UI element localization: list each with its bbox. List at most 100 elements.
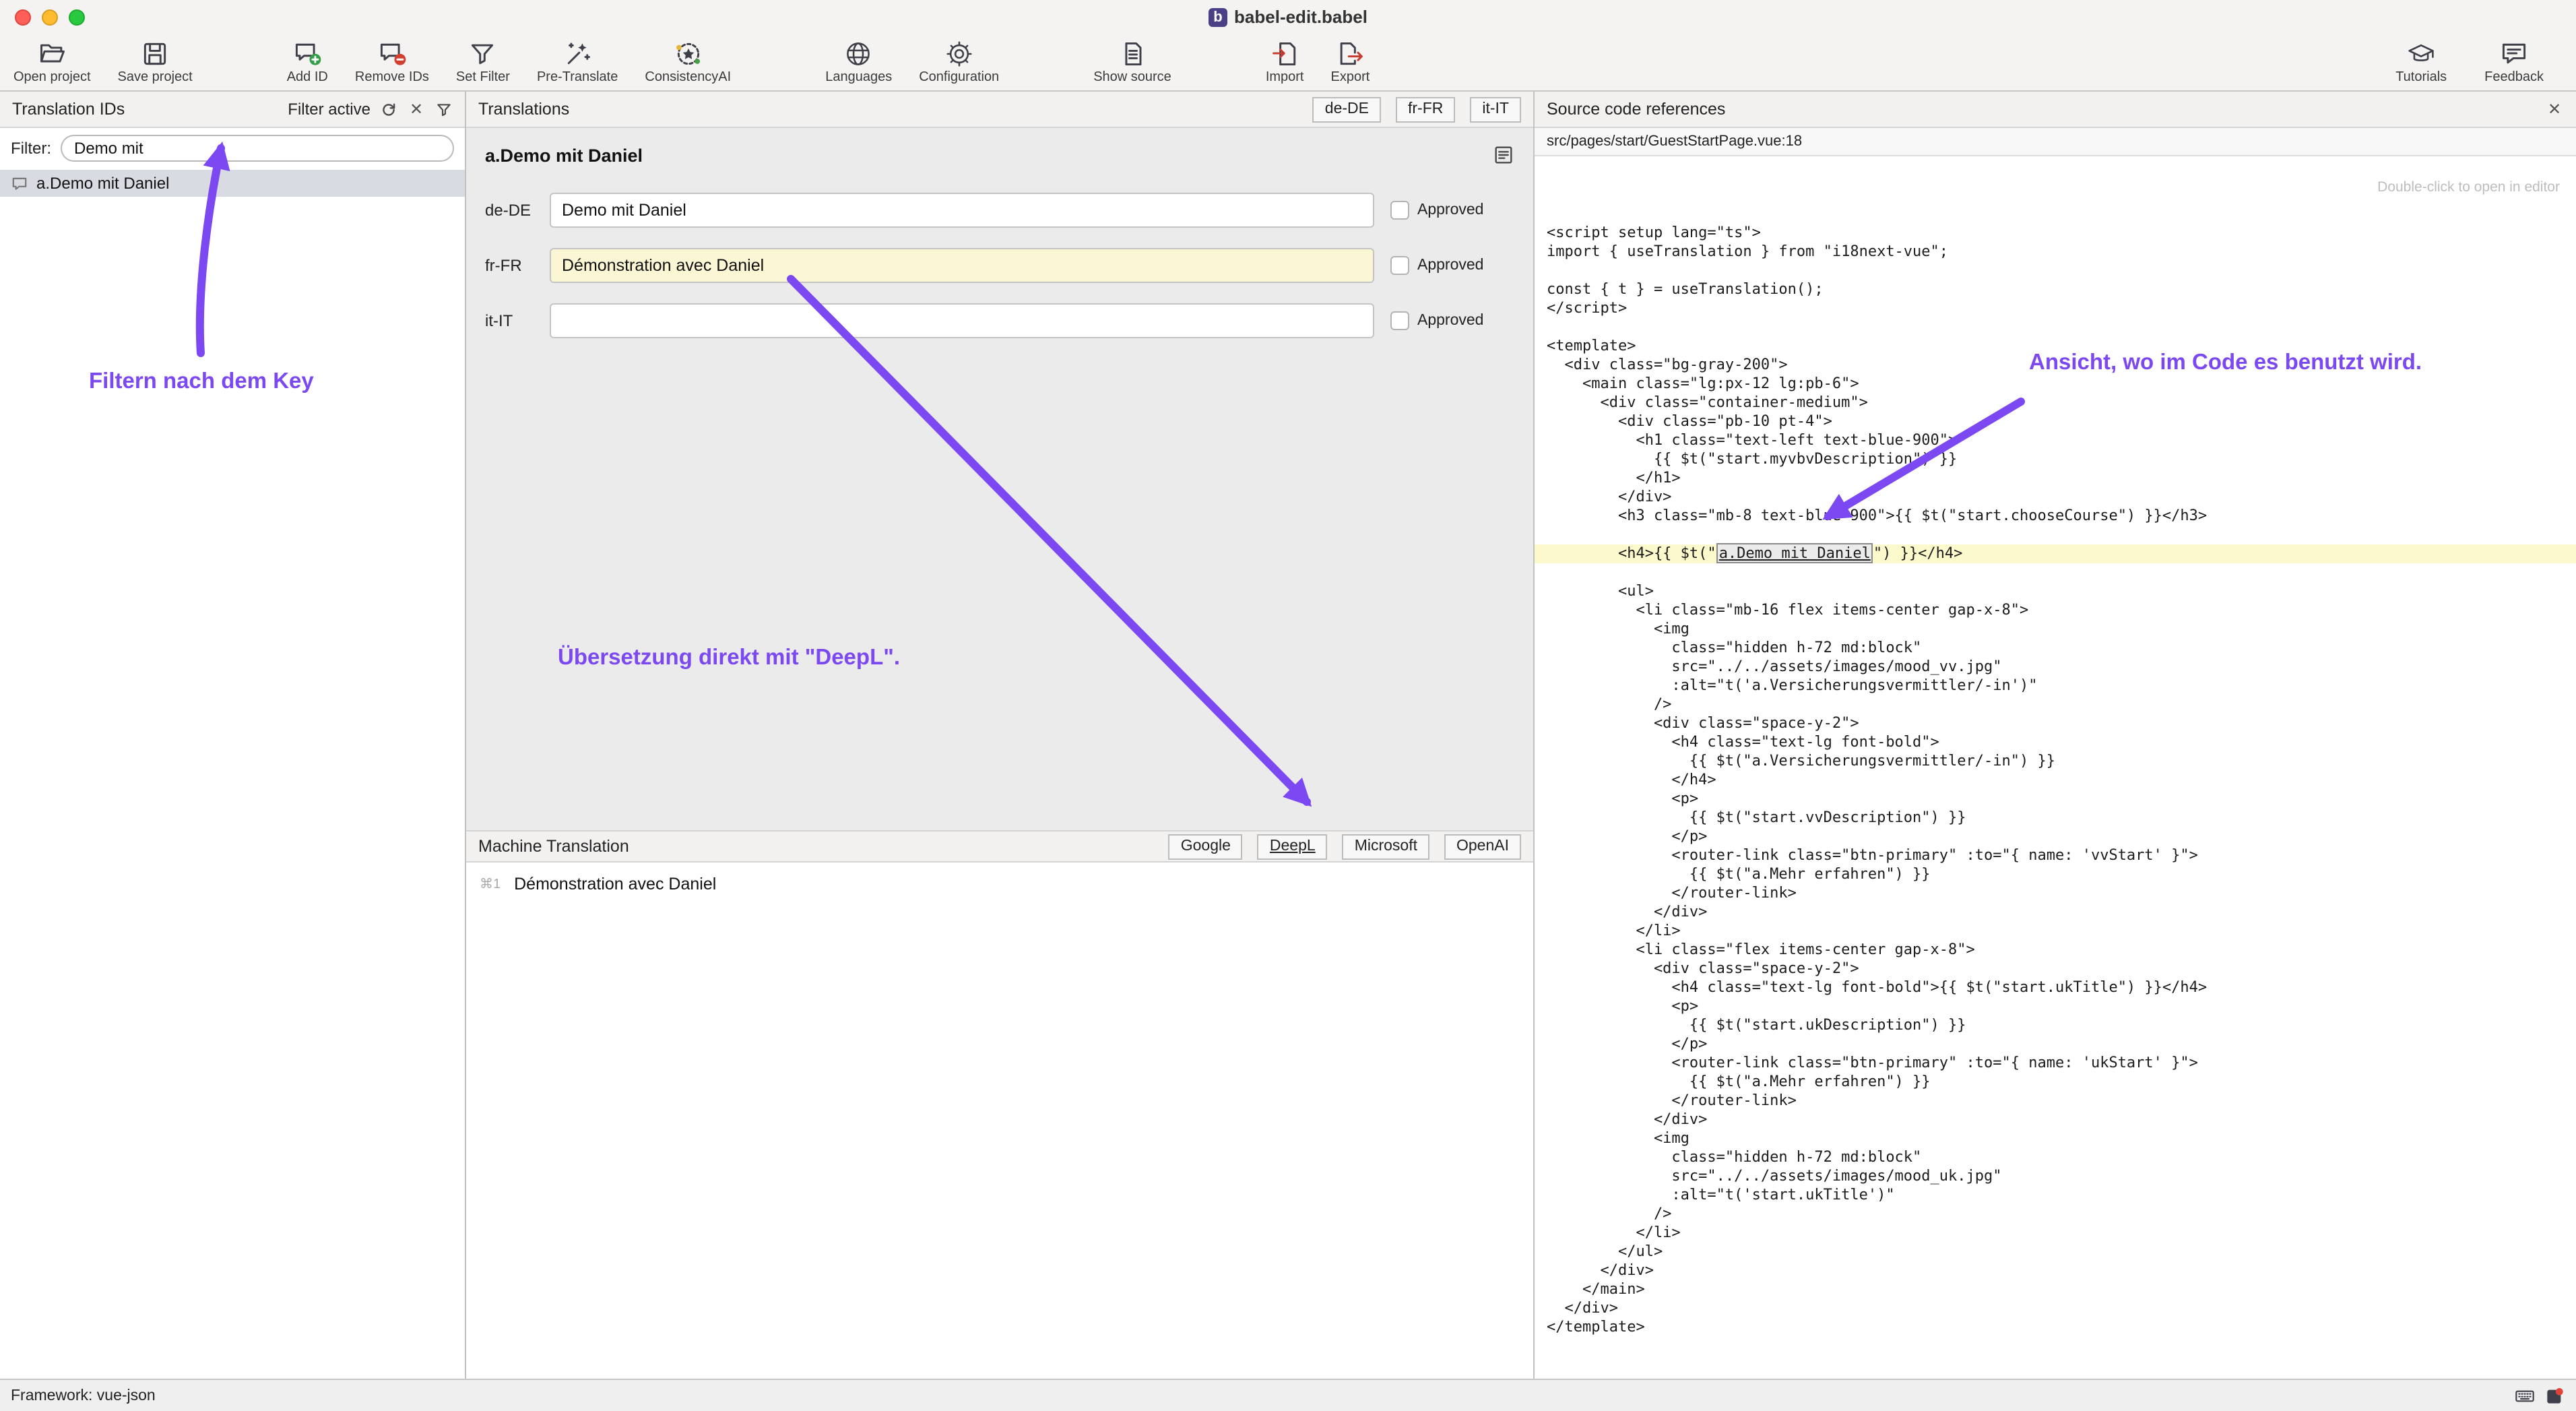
code-line: <img	[1535, 1129, 2576, 1148]
approved-checkbox-it-IT[interactable]	[1390, 311, 1409, 330]
machine-translation-title: Machine Translation	[478, 837, 629, 856]
code-line: {{ $t("start.ukDescription") }}	[1535, 1016, 2576, 1035]
mt-provider-openai[interactable]: OpenAI	[1444, 834, 1521, 859]
minimize-window-button[interactable]	[42, 9, 58, 25]
mt-result-row[interactable]: ⌘1 Démonstration avec Daniel	[466, 863, 1533, 906]
language-tab-it-IT[interactable]: it-IT	[1470, 96, 1521, 122]
approved-label: Approved	[1417, 313, 1483, 329]
source-code-title: Source code references	[1547, 100, 1725, 119]
filter-active-label: Filter active	[288, 100, 371, 119]
source-file-reference[interactable]: src/pages/start/GuestStartPage.vue:18	[1535, 128, 2576, 156]
toolbar-button-languages[interactable]: Languages	[817, 34, 900, 90]
toolbar-button-label: Import	[1266, 69, 1304, 84]
source-code-view[interactable]: Double-click to open in editor <script s…	[1535, 156, 2576, 1379]
toolbar-button-export[interactable]: Export	[1323, 34, 1378, 90]
translation-ids-title: Translation IDs	[12, 100, 125, 119]
close-window-button[interactable]	[15, 9, 31, 25]
toolbar-button-remove-ids[interactable]: Remove IDs	[347, 34, 437, 90]
toolbar-button-label: Remove IDs	[355, 69, 429, 84]
translation-input-fr-FR[interactable]	[550, 248, 1374, 283]
code-line: </li>	[1535, 922, 2576, 941]
highlighted-code-line: <h4>{{ $t("a.Demo mit Daniel") }}</h4>	[1535, 544, 2576, 563]
approved-checkbox-de-DE[interactable]	[1390, 201, 1409, 220]
toolbar-button-label: Add ID	[287, 69, 328, 84]
translation-row-fr-FR: fr-FRApproved	[485, 248, 1514, 283]
translation-input-it-IT[interactable]	[550, 303, 1374, 338]
remove-ids-icon	[377, 38, 407, 68]
keyboard-icon[interactable]	[2514, 1385, 2536, 1406]
toolbar-button-open-project[interactable]: Open project	[5, 34, 99, 90]
code-line: src="../../assets/images/mood_vv.jpg"	[1535, 658, 2576, 677]
mt-shortcut: ⌘1	[480, 877, 501, 891]
traffic-lights	[15, 0, 85, 34]
code-line: class="hidden h-72 md:block"	[1535, 1148, 2576, 1167]
machine-translation-results: ⌘1 Démonstration avec Daniel	[466, 863, 1533, 1379]
code-line: <div class="bg-gray-200">	[1535, 356, 2576, 375]
approved-checkbox-fr-FR[interactable]	[1390, 256, 1409, 275]
translation-ids-header: Translation IDs Filter active ✕	[0, 92, 465, 128]
mt-provider-microsoft[interactable]: Microsoft	[1343, 834, 1429, 859]
update-icon[interactable]	[2544, 1385, 2565, 1406]
code-line: <router-link class="btn-primary" :to="{ …	[1535, 1054, 2576, 1073]
code-line: <ul>	[1535, 582, 2576, 601]
filter-input[interactable]	[61, 135, 454, 162]
close-panel-icon[interactable]: ✕	[2545, 100, 2564, 119]
toolbar-button-label: Configuration	[919, 69, 999, 84]
refresh-icon[interactable]	[380, 100, 397, 118]
toolbar-button-label: ConsistencyAI	[645, 69, 731, 84]
toolbar-button-label: Languages	[825, 69, 892, 84]
toolbar-button-pre-translate[interactable]: Pre-Translate	[529, 34, 626, 90]
approved-label: Approved	[1417, 202, 1483, 218]
language-tab-fr-FR[interactable]: fr-FR	[1396, 96, 1455, 122]
zoom-window-button[interactable]	[69, 9, 85, 25]
code-line: {{ $t("start.vvDescription") }}	[1535, 809, 2576, 827]
consistency-ai-icon	[673, 38, 703, 68]
toolbar-button-feedback[interactable]: Feedback	[2476, 34, 2552, 90]
translation-input-de-DE[interactable]	[550, 193, 1374, 228]
toolbar-button-show-source[interactable]: Show source	[1085, 34, 1180, 90]
code-line: </div>	[1535, 488, 2576, 507]
comment-icon[interactable]	[1493, 144, 1514, 166]
toolbar-button-save-project[interactable]: Save project	[110, 34, 201, 90]
code-line: </template>	[1535, 1318, 2576, 1337]
mt-provider-deepl[interactable]: DeepL	[1258, 834, 1328, 859]
translation-key-reference[interactable]: a.Demo mit Daniel	[1716, 543, 1873, 563]
clear-filter-icon[interactable]: ✕	[407, 100, 426, 119]
code-line: </h4>	[1535, 771, 2576, 790]
toolbar-button-import[interactable]: Import	[1258, 34, 1312, 90]
toolbar: Open projectSave project Add ID Remove IDs…	[0, 34, 2576, 92]
translations-panel: Translations de-DEfr-FRit-IT a.Demo mit …	[466, 92, 1535, 1379]
code-line: </router-link>	[1535, 884, 2576, 903]
source-code-header: Source code references ✕	[1535, 92, 2576, 128]
toolbar-button-add-id[interactable]: Add ID	[279, 34, 336, 90]
code-line: import { useTranslation } from "i18next-…	[1535, 243, 2576, 261]
language-tab-de-DE[interactable]: de-DE	[1313, 96, 1381, 122]
code-line: <li class="mb-16 flex items-center gap-x…	[1535, 601, 2576, 620]
toolbar-button-set-filter[interactable]: Set Filter	[448, 34, 518, 90]
language-label: de-DE	[485, 201, 550, 220]
code-line: </router-link>	[1535, 1092, 2576, 1110]
translation-id-item[interactable]: a.Demo mit Daniel	[0, 170, 465, 197]
code-line: />	[1535, 695, 2576, 714]
code-line: {{ $t("a.Versicherungsvermittler/-in") }…	[1535, 752, 2576, 771]
language-label: fr-FR	[485, 256, 550, 275]
code-line: </p>	[1535, 827, 2576, 846]
code-line: </p>	[1535, 1035, 2576, 1054]
toolbar-button-tutorials[interactable]: Tutorials	[2387, 34, 2455, 90]
code-line: <li class="flex items-center gap-x-8">	[1535, 941, 2576, 960]
code-line: </li>	[1535, 1224, 2576, 1243]
export-icon	[1335, 38, 1365, 68]
filter-row: Filter:	[0, 128, 465, 170]
mt-provider-google[interactable]: Google	[1169, 834, 1243, 859]
toolbar-button-configuration[interactable]: Configuration	[911, 34, 1007, 90]
editor-hint: Double-click to open in editor	[1535, 156, 2576, 224]
speech-bubble-icon	[11, 175, 28, 192]
code-line	[1535, 526, 2576, 544]
toolbar-button-consistencyai[interactable]: ConsistencyAI	[637, 34, 739, 90]
code-line: </main>	[1535, 1280, 2576, 1299]
code-line: {{ $t("a.Mehr erfahren") }}	[1535, 1073, 2576, 1092]
code-line: <script setup lang="ts">	[1535, 224, 2576, 243]
code-line: </script>	[1535, 299, 2576, 318]
code-line: src="../../assets/images/mood_uk.jpg"	[1535, 1167, 2576, 1186]
filter-icon[interactable]	[435, 100, 453, 118]
